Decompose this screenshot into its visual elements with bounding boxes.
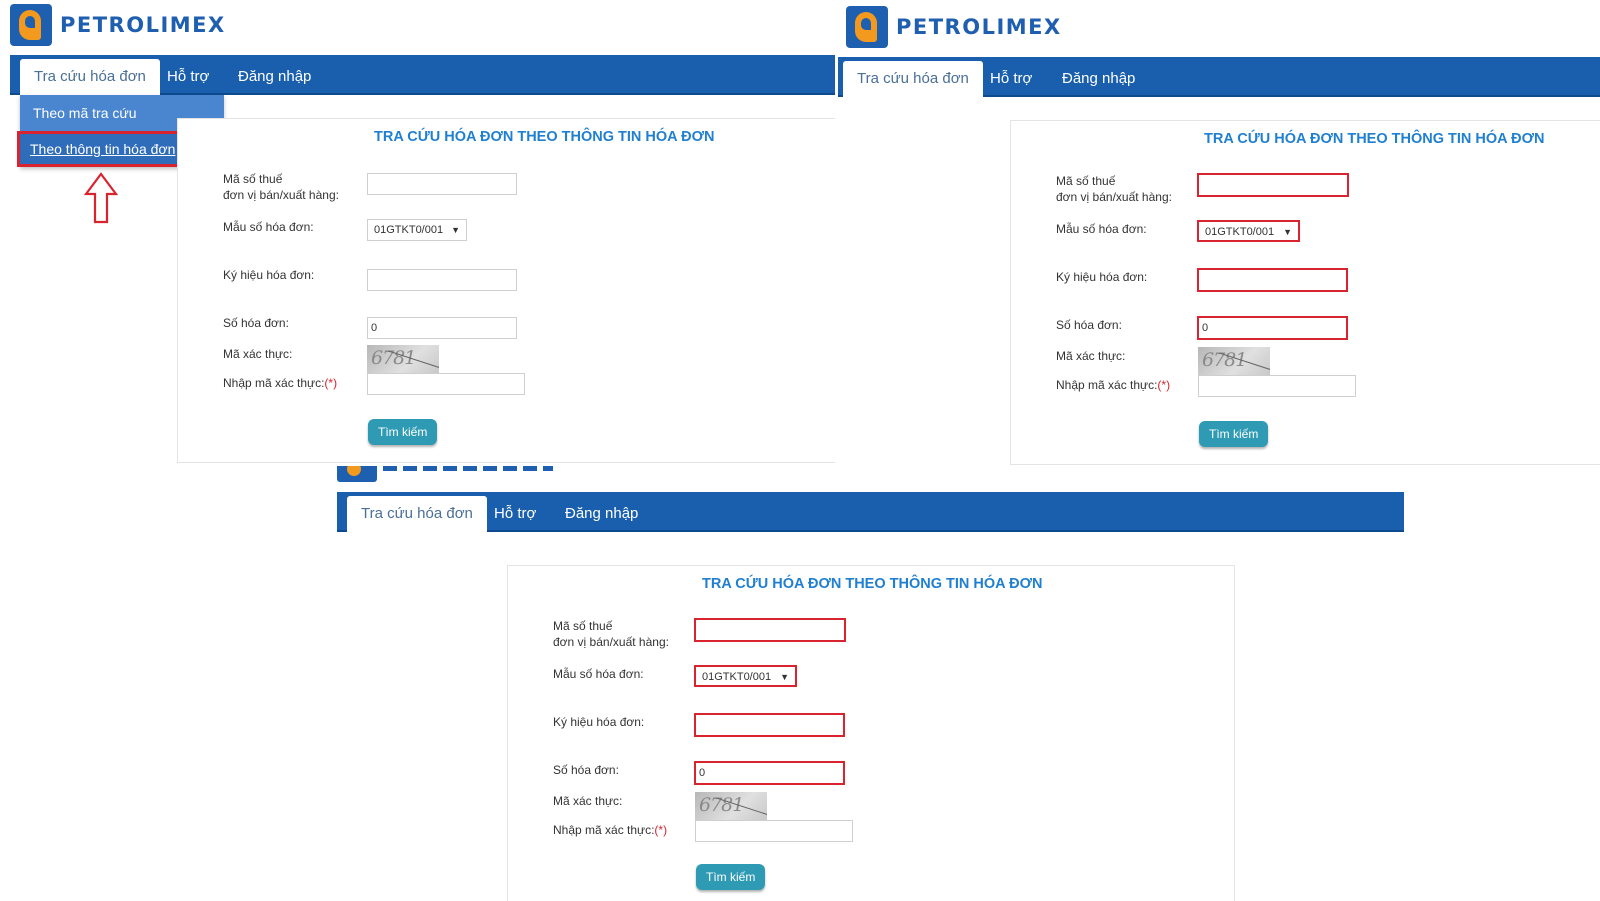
tab-login[interactable]: Đăng nhập (1048, 61, 1149, 97)
form-title: TRA CỨU HÓA ĐƠN THEO THÔNG TIN HÓA ĐƠN (702, 576, 1043, 592)
template-select[interactable]: 01GTKT0/001 ▼ (694, 665, 797, 687)
template-select-value: 01GTKT0/001 (374, 224, 444, 236)
tab-support[interactable]: Hỗ trợ (976, 61, 1046, 97)
lookup-form: TRA CỨU HÓA ĐƠN THEO THÔNG TIN HÓA ĐƠN M… (507, 565, 1235, 901)
chevron-down-icon: ▼ (1283, 227, 1292, 237)
enter-captcha-label: Nhập mã xác thực:(*) (1056, 377, 1170, 393)
template-label: Mẫu số hóa đơn: (1056, 222, 1147, 236)
search-button[interactable]: Tìm kiếm (696, 864, 766, 890)
tax-code-label: Mã số thuế đơn vị bán/xuất hàng: (1056, 173, 1172, 205)
tab-support[interactable]: Hỗ trợ (153, 59, 223, 95)
petrolimex-flame-icon (846, 6, 888, 48)
form-title: TRA CỨU HÓA ĐƠN THEO THÔNG TIN HÓA ĐƠN (374, 129, 715, 145)
template-select-value: 01GTKT0/001 (702, 671, 772, 683)
symbol-label: Ký hiệu hóa đơn: (223, 268, 315, 282)
tax-code-label: Mã số thuế đơn vị bán/xuất hàng: (553, 618, 669, 650)
tax-code-label-line2: đơn vị bán/xuất hàng: (553, 635, 669, 649)
number-input[interactable]: 0 (367, 317, 517, 339)
tab-invoice-lookup[interactable]: Tra cứu hóa đơn (843, 61, 983, 97)
tax-code-input[interactable] (367, 173, 517, 195)
enter-captcha-label: Nhập mã xác thực:(*) (223, 375, 337, 391)
screenshot-panel-dropdown: PETROLIMEX Tra cứu hóa đơn Hỗ trợ Đăng n… (0, 0, 835, 465)
number-label: Số hóa đơn: (553, 763, 619, 777)
chevron-down-icon: ▼ (451, 225, 460, 235)
lookup-form: TRA CỨU HÓA ĐƠN THEO THÔNG TIN HÓA ĐƠN M… (1010, 120, 1600, 465)
main-navbar: Tra cứu hóa đơn Hỗ trợ Đăng nhập (838, 57, 1600, 97)
enter-captcha-label: Nhập mã xác thực:(*) (553, 822, 667, 838)
screenshot-panel-fields-highlighted: PETROLIMEX Tra cứu hóa đơn Hỗ trợ Đăng n… (838, 0, 1600, 470)
search-button[interactable]: Tìm kiếm (368, 419, 438, 445)
tab-invoice-lookup[interactable]: Tra cứu hóa đơn (347, 496, 487, 532)
tab-login[interactable]: Đăng nhập (551, 496, 652, 532)
tax-code-label-line2: đơn vị bán/xuất hàng: (1056, 190, 1172, 204)
symbol-label: Ký hiệu hóa đơn: (1056, 270, 1148, 284)
captcha-input[interactable] (1198, 375, 1356, 397)
template-select-value: 01GTKT0/001 (1205, 226, 1275, 238)
symbol-label: Ký hiệu hóa đơn: (553, 715, 645, 729)
brand-name-cropped (383, 466, 553, 471)
required-mark: (*) (324, 376, 338, 390)
tax-code-input[interactable] (1197, 173, 1349, 197)
number-input[interactable]: 0 (1197, 316, 1348, 340)
petrolimex-flame-icon (337, 466, 377, 482)
tax-code-label-line1: Mã số thuế (553, 619, 613, 633)
captcha-input[interactable] (367, 373, 525, 395)
tab-login[interactable]: Đăng nhập (224, 59, 325, 95)
brand-name: PETROLIMEX (896, 15, 1062, 39)
template-label: Mẫu số hóa đơn: (553, 667, 644, 681)
tax-code-label-line1: Mã số thuế (1056, 174, 1116, 188)
required-mark: (*) (1157, 378, 1171, 392)
captcha-image: 6781 (695, 792, 767, 820)
enter-captcha-text: Nhập mã xác thực: (223, 376, 325, 390)
captcha-label: Mã xác thực: (1056, 349, 1126, 363)
logo[interactable]: PETROLIMEX (846, 5, 1062, 49)
number-input[interactable]: 0 (694, 761, 845, 785)
form-title: TRA CỨU HÓA ĐƠN THEO THÔNG TIN HÓA ĐƠN (1204, 131, 1545, 147)
tab-support[interactable]: Hỗ trợ (480, 496, 550, 532)
up-arrow-outline-icon (84, 172, 118, 224)
search-button[interactable]: Tìm kiếm (1199, 421, 1269, 447)
tax-code-input[interactable] (694, 618, 846, 642)
template-select[interactable]: 01GTKT0/001 ▼ (1197, 220, 1300, 242)
symbol-input[interactable] (1197, 268, 1348, 292)
captcha-image: 6781 (367, 345, 439, 373)
tax-code-label-line1: Mã số thuế (223, 172, 283, 186)
brand-name: PETROLIMEX (60, 13, 226, 37)
screenshot-panel-full-form: Tra cứu hóa đơn Hỗ trợ Đăng nhập TRA CỨU… (337, 466, 1407, 901)
number-label: Số hóa đơn: (1056, 318, 1122, 332)
tax-code-label-line2: đơn vị bán/xuất hàng: (223, 188, 339, 202)
lookup-form: TRA CỨU HÓA ĐƠN THEO THÔNG TIN HÓA ĐƠN M… (177, 118, 835, 463)
template-label: Mẫu số hóa đơn: (223, 220, 314, 234)
logo[interactable]: PETROLIMEX (10, 3, 226, 47)
required-mark: (*) (654, 823, 668, 837)
tax-code-label: Mã số thuế đơn vị bán/xuất hàng: (223, 171, 339, 203)
enter-captcha-text: Nhập mã xác thực: (553, 823, 655, 837)
tab-invoice-lookup[interactable]: Tra cứu hóa đơn (20, 59, 160, 95)
main-navbar: Tra cứu hóa đơn Hỗ trợ Đăng nhập (10, 55, 835, 95)
symbol-input[interactable] (367, 269, 517, 291)
captcha-image: 6781 (1198, 347, 1270, 375)
captcha-label: Mã xác thực: (553, 794, 623, 808)
captcha-label: Mã xác thực: (223, 347, 293, 361)
template-select[interactable]: 01GTKT0/001 ▼ (367, 219, 467, 241)
symbol-input[interactable] (694, 713, 845, 737)
enter-captcha-text: Nhập mã xác thực: (1056, 378, 1158, 392)
captcha-input[interactable] (695, 820, 853, 842)
chevron-down-icon: ▼ (780, 672, 789, 682)
main-navbar: Tra cứu hóa đơn Hỗ trợ Đăng nhập (337, 492, 1404, 532)
petrolimex-flame-icon (10, 4, 52, 46)
number-label: Số hóa đơn: (223, 316, 289, 330)
